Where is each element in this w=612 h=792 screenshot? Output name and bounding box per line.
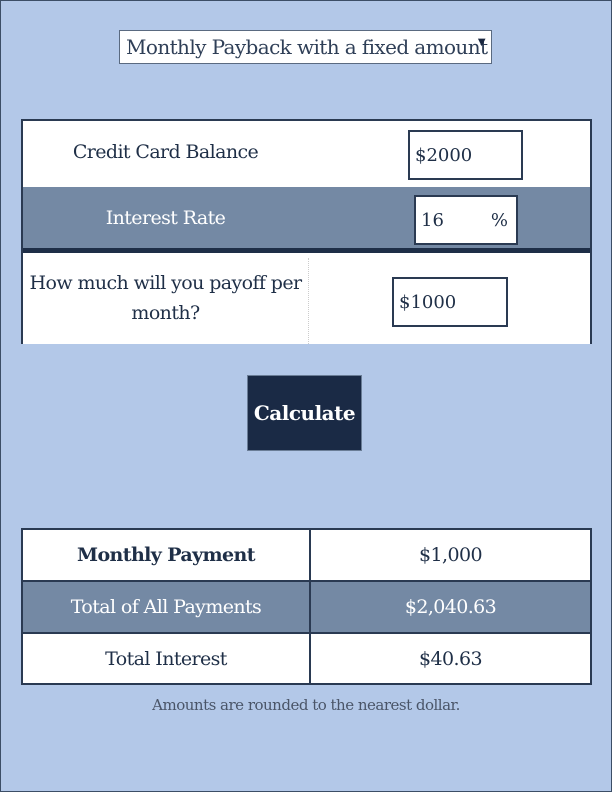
payoff-input[interactable]: $1000 [392, 277, 508, 327]
input-panel: Credit Card Balance $2000 Interest Rate … [21, 119, 592, 344]
rounding-note: Amounts are rounded to the nearest dolla… [152, 696, 460, 714]
balance-input[interactable]: $2000 [408, 130, 523, 180]
payoff-label: How much will you payoff per month? [29, 272, 303, 324]
calculate-button[interactable]: Calculate [247, 375, 362, 451]
interest-label: Interest Rate [105, 207, 226, 229]
balance-label: Credit Card Balance [72, 141, 259, 163]
calculator-page: Monthly Payback with a fixed amount ▼ Cr… [0, 0, 612, 792]
interest-input[interactable]: 16 % [414, 195, 518, 245]
results-table: Monthly Payment $1,000 Total of All Paym… [21, 528, 592, 685]
select-value: Monthly Payback with a fixed amount [126, 35, 488, 59]
balance-row: Credit Card Balance $2000 [23, 121, 590, 187]
result-label: Total Interest [23, 634, 311, 683]
balance-value: $2000 [415, 144, 473, 166]
dropdown-arrow-icon[interactable]: ▼ [478, 37, 486, 48]
payoff-value: $1000 [399, 291, 457, 313]
interest-value: 16 [421, 209, 444, 231]
table-row: Total of All Payments $2,040.63 [23, 582, 590, 634]
result-label: Total of All Payments [23, 582, 311, 632]
result-value: $1,000 [419, 544, 482, 566]
payoff-row: How much will you payoff per month? $100… [23, 258, 590, 344]
table-row: Monthly Payment $1,000 [23, 530, 590, 582]
result-value: $2,040.63 [404, 596, 497, 618]
column-divider [308, 258, 309, 344]
interest-row: Interest Rate 16 % [23, 187, 590, 253]
table-row: Total Interest $40.63 [23, 634, 590, 683]
percent-unit: % [490, 209, 508, 231]
result-value: $40.63 [419, 647, 482, 670]
calculation-mode-select[interactable]: Monthly Payback with a fixed amount ▼ [119, 30, 492, 64]
result-label: Monthly Payment [23, 530, 311, 580]
